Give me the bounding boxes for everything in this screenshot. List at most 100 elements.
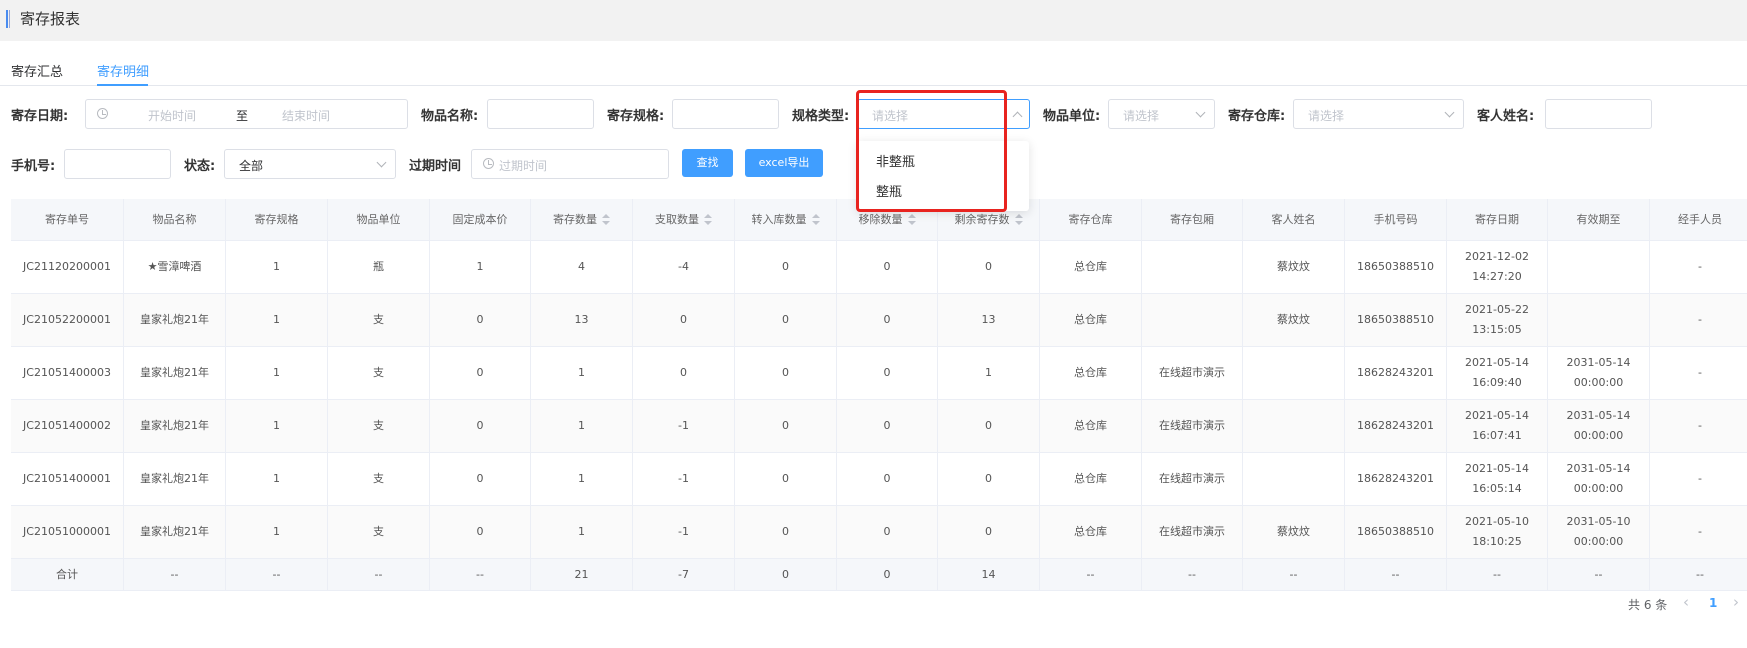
sort-caret-icon[interactable] <box>1014 213 1023 226</box>
deposit-date-label: 寄存日期: <box>11 109 69 124</box>
table-cell: 2031-05-14 00:00:00 <box>1548 453 1650 505</box>
item-name-label: 物品名称: <box>421 109 479 124</box>
page-number-current[interactable]: 1 <box>1709 596 1717 610</box>
warehouse-label: 寄存仓库: <box>1228 109 1286 124</box>
summary-cell: -- <box>124 559 226 590</box>
column-header: 寄存规格 <box>226 199 328 240</box>
table-row[interactable]: JC21120200001 ★雪漳啤酒 1 瓶 1 4 -4 0 0 0 总仓库 蔡炆炆 1865038… <box>11 241 1747 294</box>
item-unit-select[interactable]: 请选择 <box>1108 99 1215 129</box>
column-header-label: 客人姓名 <box>1271 212 1316 226</box>
spec-type-label: 规格类型: <box>792 109 850 124</box>
table-cell: 1 <box>226 241 328 293</box>
table-cell: 18628243201 <box>1345 347 1447 399</box>
table-cell: 0 <box>837 506 938 558</box>
table-cell: 皇家礼炮21年 <box>124 453 226 505</box>
chevron-down-icon <box>376 157 387 168</box>
column-header-label: 寄存日期 <box>1475 212 1519 226</box>
table-cell: 0 <box>735 506 837 558</box>
search-button[interactable]: 查找 <box>682 149 733 177</box>
table-cell: 皇家礼炮21年 <box>124 506 226 558</box>
tab-deposit-summary[interactable]: 寄存汇总 <box>11 61 63 80</box>
item-name-input[interactable] <box>487 99 594 129</box>
spec-type-select[interactable]: 请选择 <box>857 99 1030 129</box>
table-cell: 2021-05-22 13:15:05 <box>1447 294 1548 346</box>
table-cell: - <box>1650 347 1747 399</box>
column-header-label: 寄存数量 <box>553 212 597 226</box>
warehouse-select[interactable]: 请选择 <box>1293 99 1464 129</box>
summary-cell: 21 <box>531 559 633 590</box>
summary-row: 合计 -- -- -- -- 21 -7 0 0 14 -- -- -- -- -- -- -- <box>11 559 1747 591</box>
table-cell <box>1142 294 1243 346</box>
column-header: 物品单位 <box>328 199 430 240</box>
column-header-label: 转入库数量 <box>751 212 807 226</box>
sort-caret-icon[interactable] <box>811 213 820 226</box>
table-row[interactable]: JC21051400002 皇家礼炮21年 1 支 0 1 -1 0 0 0 总仓库 在线超市演示 18… <box>11 400 1747 453</box>
table-cell <box>1243 400 1345 452</box>
page-title: 寄存报表 <box>20 10 81 28</box>
expire-date-picker[interactable]: 过期时间 <box>471 149 669 179</box>
table-cell: 在线超市演示 <box>1142 400 1243 452</box>
column-header: 寄存单号 <box>11 199 124 240</box>
summary-cell: 合计 <box>11 559 124 590</box>
sort-caret-icon[interactable] <box>602 213 610 226</box>
table-cell: 0 <box>633 294 735 346</box>
report-tabs: 寄存汇总 寄存明细 <box>0 58 1747 86</box>
date-range-separator: 至 <box>236 109 249 123</box>
item-unit-label: 物品单位: <box>1043 109 1101 124</box>
column-header-label: 物品单位 <box>356 212 401 226</box>
table-cell: JC21120200001 <box>11 241 124 293</box>
summary-cell: -- <box>328 559 430 590</box>
table-cell: 蔡炆炆 <box>1243 241 1345 293</box>
column-header[interactable]: 寄存数量 <box>531 199 633 240</box>
sort-caret-icon[interactable] <box>704 213 712 226</box>
spec-input[interactable] <box>672 99 779 129</box>
guest-name-label: 客人姓名: <box>1477 109 1535 124</box>
column-header[interactable]: 支取数量 <box>633 199 735 240</box>
column-header-label: 寄存包厢 <box>1170 212 1214 226</box>
spec-type-dropdown: 非整瓶 整瓶 <box>857 141 1029 211</box>
phone-input[interactable] <box>64 149 171 179</box>
table-cell: - <box>1650 400 1747 452</box>
status-select[interactable]: 全部 <box>224 149 396 179</box>
status-value: 全部 <box>239 159 264 173</box>
sort-caret-icon[interactable] <box>907 213 916 226</box>
summary-cell: -- <box>1243 559 1345 590</box>
summary-cell: -- <box>1142 559 1243 590</box>
table-cell: JC21051400001 <box>11 453 124 505</box>
expire-placeholder: 过期时间 <box>499 159 548 173</box>
table-cell: - <box>1650 506 1747 558</box>
table-cell: 0 <box>735 453 837 505</box>
table-cell: 1 <box>531 453 633 505</box>
option-partial-bottle[interactable]: 非整瓶 <box>876 151 915 170</box>
table-cell: 1 <box>226 400 328 452</box>
deposit-date-range-picker[interactable]: 开始时间 至 结束时间 <box>85 99 408 129</box>
next-page-icon[interactable]: › <box>1733 593 1739 611</box>
table-cell: 1 <box>938 347 1040 399</box>
end-date-input[interactable]: 结束时间 <box>282 107 330 124</box>
summary-cell: -- <box>1447 559 1548 590</box>
tab-deposit-detail[interactable]: 寄存明细 <box>97 61 149 80</box>
option-full-bottle[interactable]: 整瓶 <box>876 181 902 200</box>
table-cell: 蔡炆炆 <box>1243 506 1345 558</box>
guest-name-input[interactable] <box>1545 99 1652 129</box>
table-cell: 1 <box>531 400 633 452</box>
table-cell: 2021-05-14 16:05:14 <box>1447 453 1548 505</box>
prev-page-icon[interactable]: ‹ <box>1683 593 1689 611</box>
phone-label: 手机号: <box>11 159 56 174</box>
excel-export-button[interactable]: excel导出 <box>745 149 823 177</box>
table-cell: - <box>1650 294 1747 346</box>
table-row[interactable]: JC21051000001 皇家礼炮21年 1 支 0 1 -1 0 0 0 总仓库 在线超市演示 蔡炆… <box>11 506 1747 559</box>
table-cell: 18628243201 <box>1345 453 1447 505</box>
table-cell: 0 <box>430 506 531 558</box>
column-header[interactable]: 转入库数量 <box>735 199 837 240</box>
table-row[interactable]: JC21051400001 皇家礼炮21年 1 支 0 1 -1 0 0 0 总仓库 在线超市演示 18… <box>11 453 1747 506</box>
table-cell: 0 <box>735 294 837 346</box>
table-cell: 0 <box>735 400 837 452</box>
title-marker <box>6 10 10 28</box>
table-row[interactable]: JC21051400003 皇家礼炮21年 1 支 0 1 0 0 0 1 总仓库 在线超市演示 186… <box>11 347 1747 400</box>
clock-icon <box>97 108 108 119</box>
summary-cell: -7 <box>633 559 735 590</box>
table-row[interactable]: JC21052200001 皇家礼炮21年 1 支 0 13 0 0 0 13 总仓库 蔡炆炆 1865… <box>11 294 1747 347</box>
expire-label: 过期时间 <box>409 159 462 174</box>
start-date-input[interactable]: 开始时间 <box>148 107 196 124</box>
